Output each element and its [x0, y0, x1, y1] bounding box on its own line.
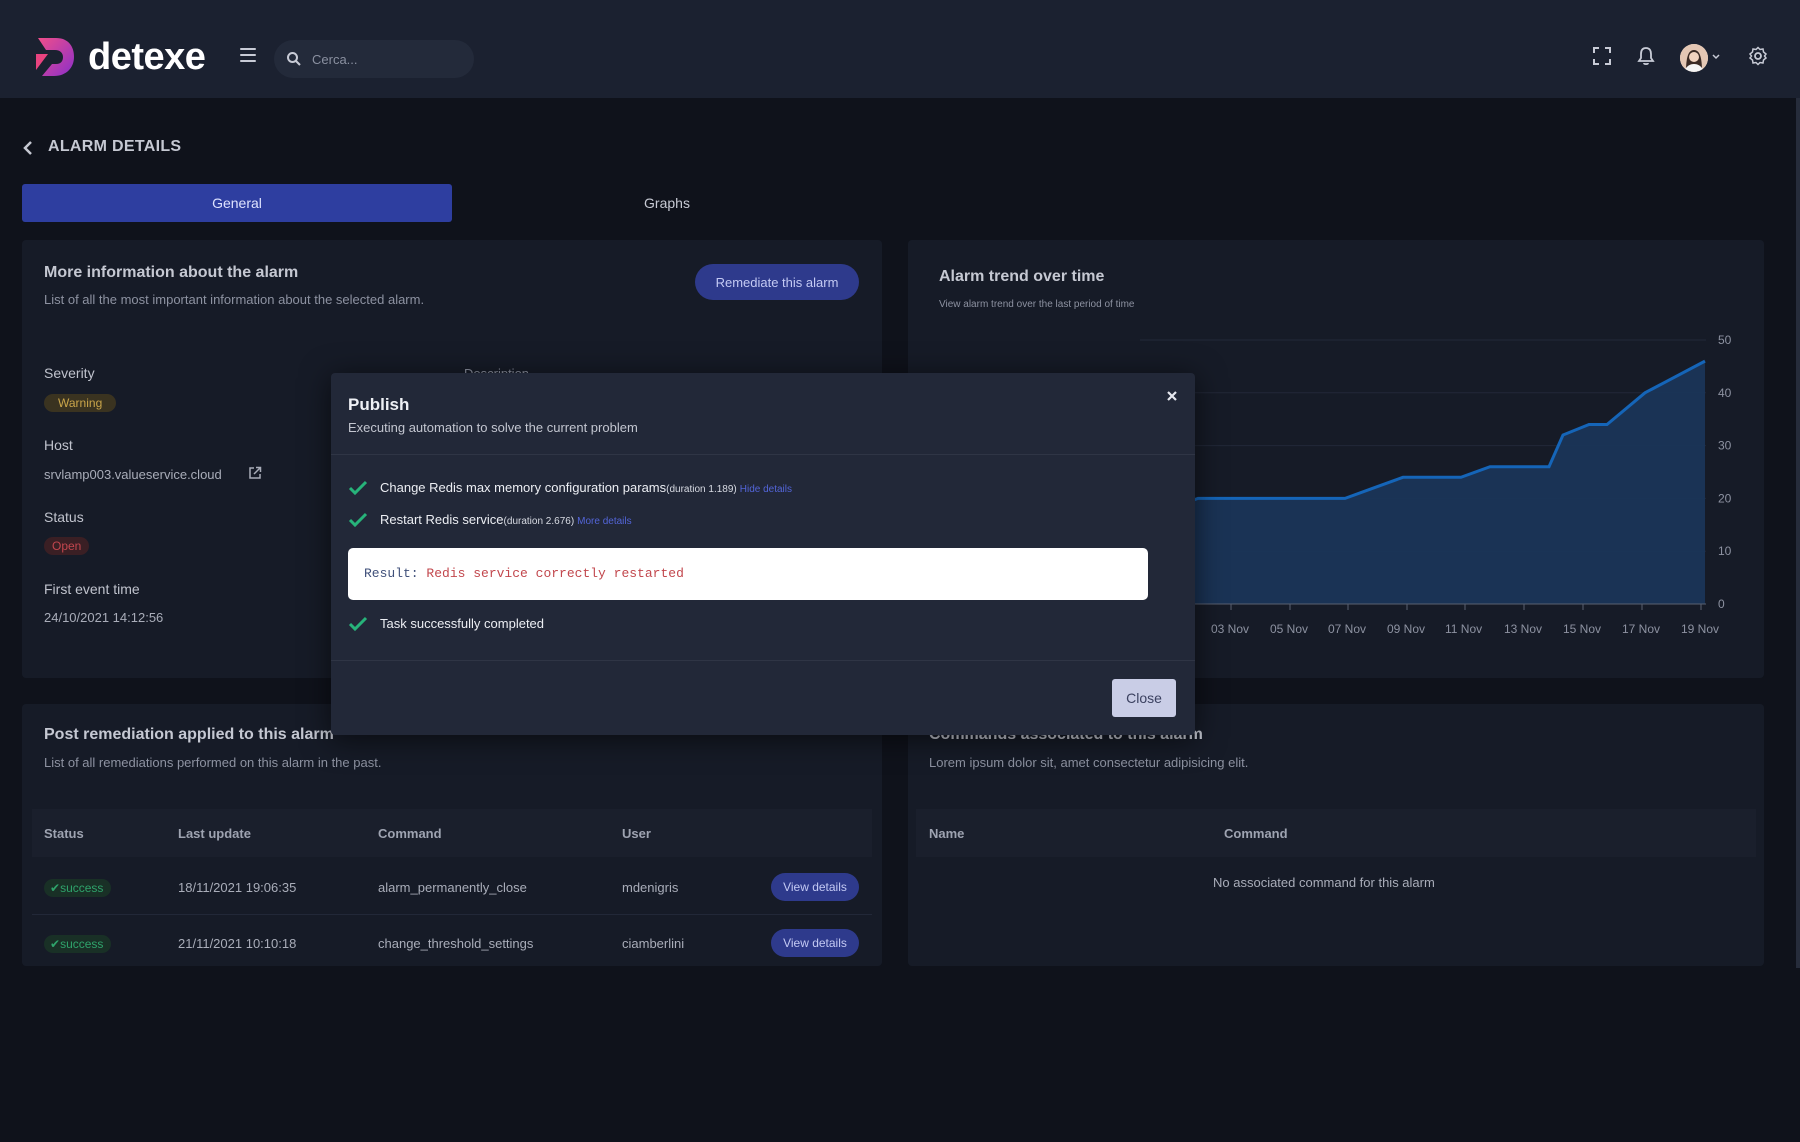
- result-value: Redis service correctly restarted: [426, 566, 684, 581]
- column-header-last-update[interactable]: Last update: [178, 826, 251, 841]
- trend-card-subtitle: View alarm trend over the last period of…: [939, 299, 1135, 310]
- publish-modal: Publish Executing automation to solve th…: [331, 373, 1195, 735]
- back-arrow-icon[interactable]: [22, 140, 34, 156]
- commands-card-subtitle: Lorem ipsum dolor sit, amet consectetur …: [929, 755, 1249, 770]
- fullscreen-icon[interactable]: [1592, 46, 1612, 66]
- column-header-user[interactable]: User: [622, 826, 651, 841]
- status-success-badge: ✔success: [44, 879, 112, 897]
- column-header-status[interactable]: Status: [44, 826, 84, 841]
- result-key: Result:: [364, 566, 419, 581]
- page-title: ALARM DETAILS: [48, 138, 182, 155]
- row-divider: [32, 914, 872, 915]
- avatar-image: [1680, 44, 1708, 72]
- hamburger-menu-icon[interactable]: [240, 48, 256, 62]
- view-details-button[interactable]: View details: [771, 929, 859, 957]
- remediation-table-header: [32, 809, 872, 857]
- check-icon: ✔: [50, 937, 61, 951]
- step-text: Task successfully completed: [380, 616, 545, 631]
- page-scrollbar[interactable]: [1796, 98, 1800, 968]
- severity-label: Severity: [44, 365, 95, 381]
- remediation-card-subtitle: List of all remediations performed on th…: [44, 755, 382, 770]
- automation-step: Restart Redis service (duration 2.676) M…: [348, 512, 632, 528]
- tab-general[interactable]: General: [22, 184, 452, 222]
- check-icon: [348, 480, 368, 496]
- chevron-down-icon[interactable]: [1712, 54, 1720, 60]
- brand-logo[interactable]: detexe: [32, 34, 206, 80]
- tab-graphs[interactable]: Graphs: [452, 184, 882, 222]
- check-icon: ✔: [50, 881, 61, 895]
- empty-commands-message: No associated command for this alarm: [1213, 875, 1435, 890]
- search-icon: [287, 52, 301, 66]
- step-text: Change Redis max memory configuration pa…: [380, 480, 667, 495]
- top-header: detexe: [0, 0, 1800, 98]
- info-card-subtitle: List of all the most important informati…: [44, 292, 425, 307]
- modal-divider: [331, 454, 1195, 455]
- check-icon: [348, 616, 368, 632]
- close-icon[interactable]: [1165, 389, 1179, 403]
- external-link-icon[interactable]: [248, 466, 262, 480]
- column-header-command[interactable]: Command: [1224, 826, 1288, 841]
- search-input[interactable]: [310, 50, 464, 68]
- modal-subtitle: Executing automation to solve the curren…: [348, 420, 638, 435]
- row-last-update: 18/11/2021 19:06:35: [178, 880, 297, 895]
- first-event-label: First event time: [44, 581, 140, 597]
- row-user: mdenigris: [622, 880, 679, 895]
- automation-step-final: Task successfully completed: [348, 616, 544, 632]
- column-header-command[interactable]: Command: [378, 826, 442, 841]
- host-label: Host: [44, 437, 73, 453]
- close-button[interactable]: Close: [1112, 679, 1176, 717]
- brand-name: detexe: [88, 35, 206, 78]
- hide-details-link[interactable]: Hide details: [740, 484, 792, 495]
- step-text: Restart Redis service: [380, 512, 504, 527]
- status-success-badge: ✔success: [44, 935, 112, 953]
- column-header-name[interactable]: Name: [929, 826, 964, 841]
- row-user: ciamberlini: [622, 936, 685, 951]
- view-details-button[interactable]: View details: [771, 873, 859, 901]
- gear-icon[interactable]: [1748, 46, 1768, 66]
- row-last-update: 21/11/2021 10:10:18: [178, 936, 297, 951]
- modal-divider: [331, 660, 1195, 661]
- remediation-card-title: Post remediation applied to this alarm: [44, 726, 334, 743]
- result-output: Result: Redis service correctly restarte…: [348, 548, 1148, 600]
- search-box[interactable]: [274, 40, 474, 78]
- step-duration: (duration 2.676): [503, 516, 575, 527]
- status-label: Status: [44, 509, 84, 525]
- automation-step: Change Redis max memory configuration pa…: [348, 480, 792, 496]
- logo-icon: [36, 38, 74, 76]
- modal-title: Publish: [348, 395, 410, 414]
- row-command: change_threshold_settings: [378, 936, 534, 951]
- trend-card-title: Alarm trend over time: [939, 268, 1105, 285]
- commands-table-header: [916, 809, 1756, 857]
- step-duration: (duration 1.189): [666, 484, 737, 495]
- status-badge: Open: [44, 537, 90, 555]
- remediate-alarm-button[interactable]: Remediate this alarm: [695, 264, 859, 300]
- more-details-link[interactable]: More details: [577, 516, 631, 527]
- host-value: srvlamp003.valueservice.cloud: [44, 467, 222, 482]
- user-avatar[interactable]: [1680, 44, 1708, 72]
- row-command: alarm_permanently_close: [378, 880, 527, 895]
- first-event-value: 24/10/2021 14:12:56: [44, 610, 164, 625]
- severity-badge: Warning: [44, 394, 117, 412]
- check-icon: [348, 512, 368, 528]
- bell-icon[interactable]: [1636, 46, 1656, 66]
- info-card-title: More information about the alarm: [44, 264, 299, 281]
